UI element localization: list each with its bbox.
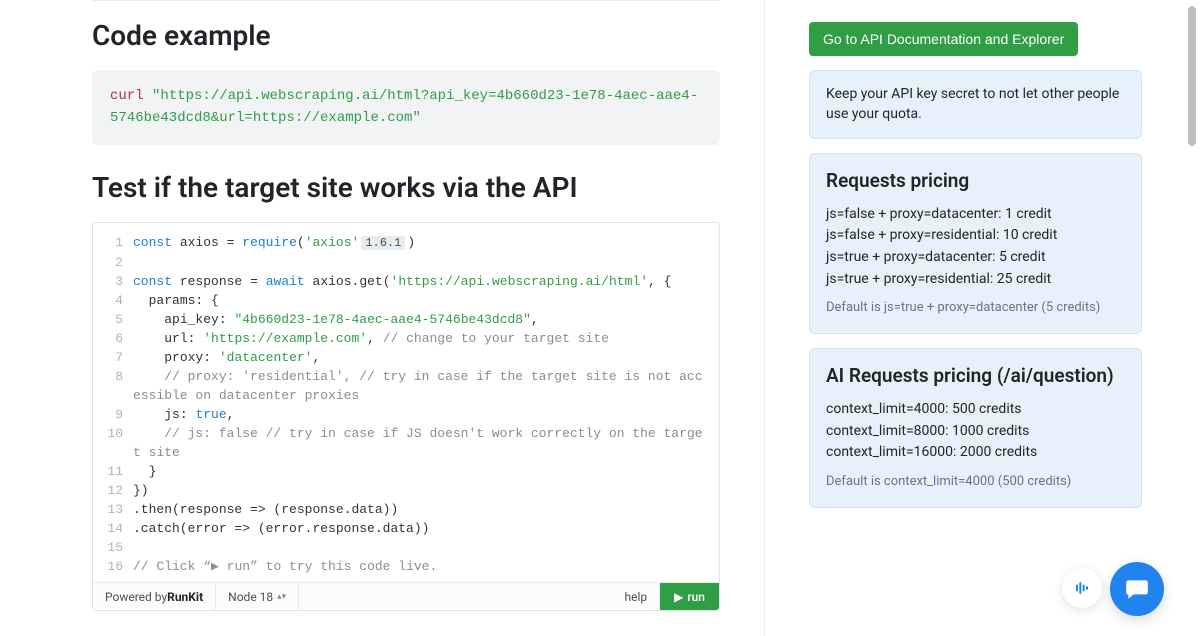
pricing-row: js=true + proxy=residential: 25 credit xyxy=(826,270,1125,290)
help-link[interactable]: help xyxy=(613,583,661,610)
ai-pricing-card: AI Requests pricing (/ai/question) conte… xyxy=(809,348,1142,508)
code-text[interactable]: .catch(error => (error.response.data)) xyxy=(133,519,719,538)
code-text[interactable]: const response = await axios.get('https:… xyxy=(133,272,719,291)
line-number: 4 xyxy=(93,291,133,310)
heading-code-example: Code example xyxy=(92,19,720,52)
line-number: 3 xyxy=(93,272,133,291)
code-line[interactable]: 11 } xyxy=(93,462,719,481)
pricing-row: js=false + proxy=datacenter: 1 credit xyxy=(826,205,1125,225)
line-number: 9 xyxy=(93,405,133,424)
line-number: 15 xyxy=(93,538,133,557)
bars-icon xyxy=(1072,578,1092,598)
code-text[interactable]: // Click “▶ run” to try this code live. xyxy=(133,557,719,576)
api-docs-button[interactable]: Go to API Documentation and Explorer xyxy=(809,22,1078,56)
code-text[interactable]: url: 'https://example.com', // change to… xyxy=(133,329,719,348)
code-line[interactable]: 2 xyxy=(93,253,719,272)
heading-test: Test if the target site works via the AP… xyxy=(92,171,720,204)
chat-widget-button[interactable] xyxy=(1110,562,1164,616)
code-text[interactable]: }) xyxy=(133,481,719,500)
node-version-select[interactable]: Node 18 ▴▾ xyxy=(216,583,299,610)
code-line[interactable]: 9 js: true, xyxy=(93,405,719,424)
code-text[interactable]: } xyxy=(133,462,719,481)
chevron-updown-icon: ▴▾ xyxy=(277,592,286,602)
code-line[interactable]: 7 proxy: 'datacenter', xyxy=(93,348,719,367)
ai-pricing-title: AI Requests pricing (/ai/question) xyxy=(826,363,1125,390)
code-text[interactable] xyxy=(133,538,719,557)
pricing-row: context_limit=4000: 500 credits xyxy=(826,400,1125,420)
pricing-row: js=false + proxy=residential: 10 credit xyxy=(826,226,1125,246)
code-text[interactable]: .then(response => (response.data)) xyxy=(133,500,719,519)
code-line[interactable]: 15 xyxy=(93,538,719,557)
requests-pricing-title: Requests pricing xyxy=(826,168,1125,195)
line-number: 1 xyxy=(93,233,133,253)
chat-icon xyxy=(1124,576,1150,602)
code-line[interactable]: 5 api_key: "4b660d23-1e78-4aec-aae4-5746… xyxy=(93,310,719,329)
pricing-row: context_limit=16000: 2000 credits xyxy=(826,443,1125,463)
line-number: 11 xyxy=(93,462,133,481)
ai-pricing-default: Default is context_limit=4000 (500 credi… xyxy=(826,473,1125,491)
divider xyxy=(92,0,720,1)
code-text[interactable]: api_key: "4b660d23-1e78-4aec-aae4-5746be… xyxy=(133,310,719,329)
audio-chat-button[interactable] xyxy=(1062,568,1102,608)
code-line[interactable]: 13.then(response => (response.data)) xyxy=(93,500,719,519)
code-text[interactable] xyxy=(133,253,719,272)
run-button[interactable]: ▶ run xyxy=(660,583,719,610)
code-text[interactable]: // js: false // try in case if JS doesn'… xyxy=(133,424,719,462)
api-key-warning-card: Keep your API key secret to not let othe… xyxy=(809,70,1142,139)
code-line[interactable]: 4 params: { xyxy=(93,291,719,310)
curl-example: curl "https://api.webscraping.ai/html?ap… xyxy=(92,70,720,145)
code-line[interactable]: 6 url: 'https://example.com', // change … xyxy=(93,329,719,348)
powered-by-runkit[interactable]: Powered by RunKit xyxy=(93,583,216,610)
code-text[interactable]: js: true, xyxy=(133,405,719,424)
line-number: 14 xyxy=(93,519,133,538)
code-text[interactable]: // proxy: 'residential', // try in case … xyxy=(133,367,719,405)
code-text[interactable]: const axios = require('axios'1.6.1) xyxy=(133,233,719,253)
code-line[interactable]: 14.catch(error => (error.response.data)) xyxy=(93,519,719,538)
curl-url: "https://api.webscraping.ai/html?api_key… xyxy=(110,88,698,126)
code-line[interactable]: 3const response = await axios.get('https… xyxy=(93,272,719,291)
line-number: 2 xyxy=(93,253,133,272)
line-number: 5 xyxy=(93,310,133,329)
line-number: 6 xyxy=(93,329,133,348)
pricing-default: Default is js=true + proxy=datacenter (5… xyxy=(826,299,1125,317)
code-line[interactable]: 1const axios = require('axios'1.6.1) xyxy=(93,233,719,253)
play-icon: ▶ xyxy=(674,590,683,604)
requests-pricing-card: Requests pricing js=false + proxy=datace… xyxy=(809,153,1142,334)
code-line[interactable]: 16// Click “▶ run” to try this code live… xyxy=(93,557,719,576)
line-number: 10 xyxy=(93,424,133,462)
curl-command: curl xyxy=(110,88,144,104)
pricing-row: js=true + proxy=datacenter: 5 credit xyxy=(826,248,1125,268)
line-number: 16 xyxy=(93,557,133,576)
code-line[interactable]: 12}) xyxy=(93,481,719,500)
line-number: 13 xyxy=(93,500,133,519)
code-text[interactable]: proxy: 'datacenter', xyxy=(133,348,719,367)
runkit-editor[interactable]: 1const axios = require('axios'1.6.1)23co… xyxy=(92,222,720,611)
code-line[interactable]: 10 // js: false // try in case if JS doe… xyxy=(93,424,719,462)
code-text[interactable]: params: { xyxy=(133,291,719,310)
code-line[interactable]: 8 // proxy: 'residential', // try in cas… xyxy=(93,367,719,405)
line-number: 7 xyxy=(93,348,133,367)
line-number: 8 xyxy=(93,367,133,405)
pricing-row: context_limit=8000: 1000 credits xyxy=(826,422,1125,442)
line-number: 12 xyxy=(93,481,133,500)
